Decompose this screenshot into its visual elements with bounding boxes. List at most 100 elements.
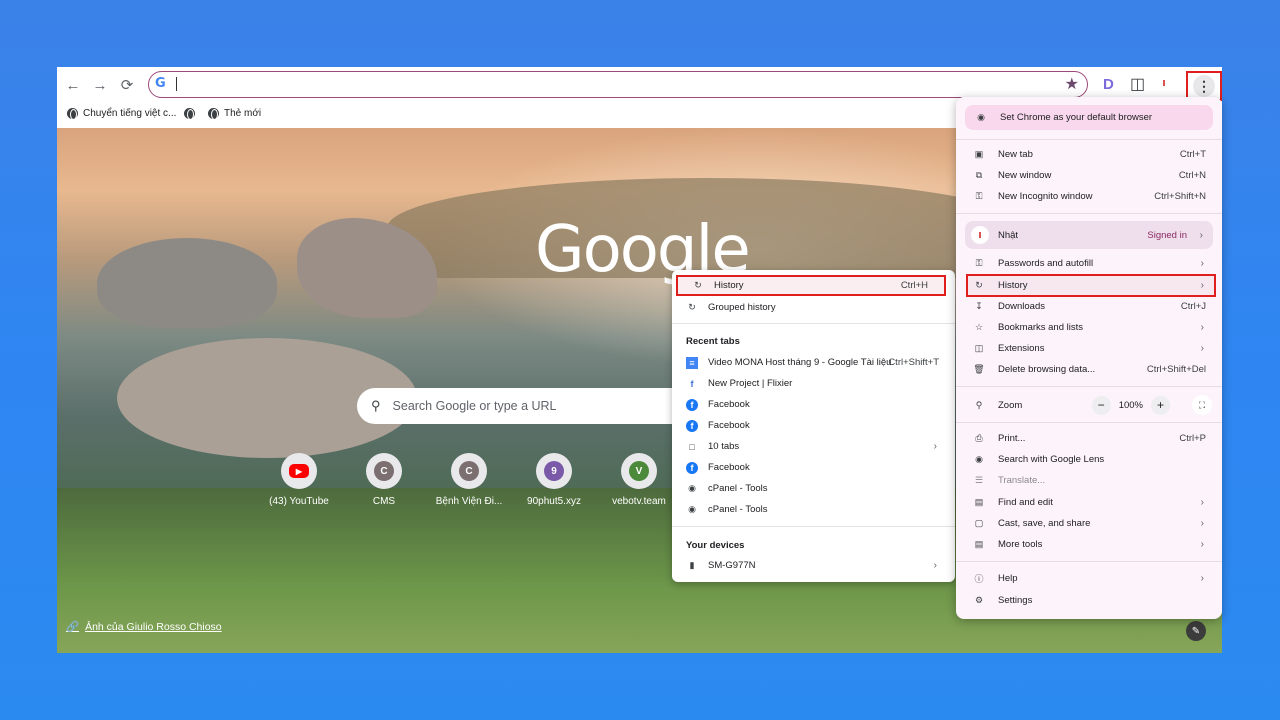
menu-incognito[interactable]: ⚿ New Incognito window Ctrl+Shift+N	[956, 186, 1222, 207]
menu-extensions[interactable]: ◫ Extensions ›	[956, 338, 1222, 359]
translate-icon: ☰	[974, 475, 984, 485]
menu-label: Search with Google Lens	[998, 454, 1105, 465]
device-item[interactable]: ▮ SM-G977N ›	[672, 555, 955, 576]
forward-icon[interactable]: →	[88, 73, 112, 97]
address-bar[interactable]: G ★	[148, 71, 1088, 98]
chrome-icon: ◉	[977, 112, 985, 122]
menu-passwords[interactable]: ⚿ Passwords and autofill ›	[956, 253, 1222, 274]
menu-google-lens[interactable]: ◉ Search with Google Lens	[956, 449, 1222, 470]
shortcut-label: 90phut5.xyz	[527, 496, 581, 507]
shortcut-tile[interactable]: C Bệnh Viện Đi...	[424, 453, 514, 507]
shortcut-icon-bg: V	[621, 453, 657, 489]
shortcut-label: CMS	[372, 496, 396, 507]
text-cursor	[176, 77, 177, 91]
recent-tab-item[interactable]: f Facebook	[672, 457, 955, 478]
phone-icon: ▮	[689, 560, 695, 570]
facebook-icon: f	[686, 461, 698, 474]
grouped-history-item[interactable]: ↻ Grouped history	[672, 297, 955, 318]
history-icon: ↻	[688, 302, 696, 312]
shortcut-text: Ctrl+J	[1180, 301, 1206, 312]
menu-label: Find and edit	[998, 497, 1053, 508]
shortcut-tile[interactable]: ▶ (43) YouTube	[254, 453, 344, 507]
menu-downloads[interactable]: ↧ Downloads Ctrl+J	[956, 296, 1222, 317]
menu-history[interactable]: ↻ History ›	[966, 274, 1216, 297]
ntp-search-box[interactable]: ⚲ Search Google or type a URL	[357, 388, 687, 424]
menu-new-window[interactable]: ⧉ New window Ctrl+N	[956, 165, 1222, 186]
recent-tab-item[interactable]: ◉ cPanel - Tools	[672, 499, 955, 520]
recent-tab-label: cPanel - Tools	[708, 504, 768, 515]
profile-row[interactable]: Nhật Signed in ›	[965, 221, 1213, 249]
recent-tab-item[interactable]: f Facebook	[672, 415, 955, 436]
zoom-value: 100%	[1118, 399, 1143, 411]
chrome-main-menu: ◉ Set Chrome as your default browser ▣ N…	[956, 97, 1222, 619]
recent-tab-item[interactable]: ≡ Video MONA Host tháng 9 - Google Tài l…	[672, 352, 955, 373]
shortcut-tile[interactable]: V vebotv.team	[594, 453, 684, 507]
fullscreen-icon[interactable]: ⛶	[1192, 395, 1212, 415]
chevron-right-icon: ›	[1200, 343, 1204, 354]
device-label: SM-G977N	[708, 560, 756, 571]
recent-tab-item[interactable]: f Facebook	[672, 394, 955, 415]
back-icon[interactable]: ←	[61, 73, 85, 97]
submenu-history-item[interactable]: ↻ History Ctrl+H	[676, 275, 946, 296]
recent-tab-label: Facebook	[708, 462, 750, 473]
bookmark-item[interactable]: Chuyển tiếng việt c...	[67, 108, 177, 120]
bookmark-item[interactable]	[184, 108, 195, 120]
shortcut-tile[interactable]: 9 90phut5.xyz	[509, 453, 599, 507]
signed-in-status: Signed in	[1147, 229, 1187, 241]
profile-indicator[interactable]	[1163, 80, 1165, 86]
shortcut-icon-bg: C	[451, 453, 487, 489]
docs-icon: ≡	[686, 356, 698, 369]
profile-name: Nhật	[998, 229, 1019, 241]
default-browser-banner[interactable]: ◉ Set Chrome as your default browser	[965, 105, 1213, 130]
menu-more-tools[interactable]: ▤ More tools ›	[956, 534, 1222, 555]
menu-cast-save-share[interactable]: ▢ Cast, save, and share ›	[956, 513, 1222, 534]
google-g-icon: G	[155, 76, 166, 91]
puzzle-icon[interactable]: ◫	[1130, 74, 1145, 94]
default-banner-text: Set Chrome as your default browser	[1000, 112, 1153, 123]
menu-label: More tools	[998, 539, 1043, 550]
menu-new-tab[interactable]: ▣ New tab Ctrl+T	[956, 144, 1222, 165]
menu-settings[interactable]: ⚙ Settings	[956, 590, 1222, 611]
zoom-in-button[interactable]: +	[1151, 395, 1170, 415]
menu-bookmarks[interactable]: ☆ Bookmarks and lists ›	[956, 317, 1222, 338]
star-icon[interactable]: ★	[1065, 74, 1079, 94]
shortcut-tile[interactable]: C CMS	[339, 453, 429, 507]
bookmark-label: Chuyển tiếng việt c...	[83, 108, 177, 119]
shortcut-icon-bg: ▶	[281, 453, 317, 489]
photo-credit-link[interactable]: 🔗 Ảnh của Giulio Rosso Chioso	[66, 620, 222, 634]
recent-tab-label: Facebook	[708, 399, 750, 410]
menu-find-edit[interactable]: ▤ Find and edit ›	[956, 492, 1222, 513]
shortcut-text: Ctrl+Shift+Del	[1146, 364, 1206, 375]
recent-tab-item[interactable]: f New Project | Flixier	[672, 373, 955, 394]
chevron-right-icon: ›	[1200, 518, 1204, 529]
bookmark-item[interactable]: Thẻ mới	[208, 108, 261, 120]
shortcut-text: Ctrl+P	[1179, 433, 1206, 444]
globe-icon	[208, 108, 219, 120]
extension-d-icon[interactable]: D	[1103, 76, 1114, 93]
chevron-right-icon: ›	[1200, 322, 1204, 333]
cpanel-icon: ◉	[688, 483, 696, 493]
toolbox-icon: ▤	[974, 539, 984, 549]
menu-help[interactable]: ⓘ Help ›	[956, 568, 1222, 589]
three-dots-icon: ⋮	[1193, 75, 1215, 97]
key-icon: ⚿	[975, 258, 983, 268]
recent-tab-label: Facebook	[708, 420, 750, 431]
divider	[956, 561, 1222, 562]
menu-delete-data[interactable]: 🗑 Delete browsing data... Ctrl+Shift+Del	[956, 359, 1222, 380]
recent-tab-group[interactable]: □ 10 tabs ›	[672, 436, 955, 457]
new-window-icon: ⧉	[975, 170, 983, 180]
star-icon: ☆	[974, 322, 984, 332]
customize-pencil-icon[interactable]: ✎	[1186, 621, 1206, 641]
menu-translate: ☰ Translate...	[956, 470, 1222, 491]
shortcut-text: Ctrl+T	[1179, 149, 1206, 160]
reload-icon[interactable]: ⟳	[115, 73, 139, 97]
cast-icon: ▢	[974, 518, 984, 528]
zoom-out-button[interactable]: −	[1091, 395, 1111, 415]
grouped-history-label: Grouped history	[708, 302, 776, 313]
tabs-icon: □	[689, 441, 695, 452]
trash-icon: 🗑	[973, 364, 985, 374]
menu-print[interactable]: ⎙ Print... Ctrl+P	[956, 428, 1222, 449]
recent-tab-item[interactable]: ◉ cPanel - Tools	[672, 478, 955, 499]
menu-label: New Incognito window	[998, 191, 1093, 202]
link-icon: 🔗	[66, 621, 80, 633]
